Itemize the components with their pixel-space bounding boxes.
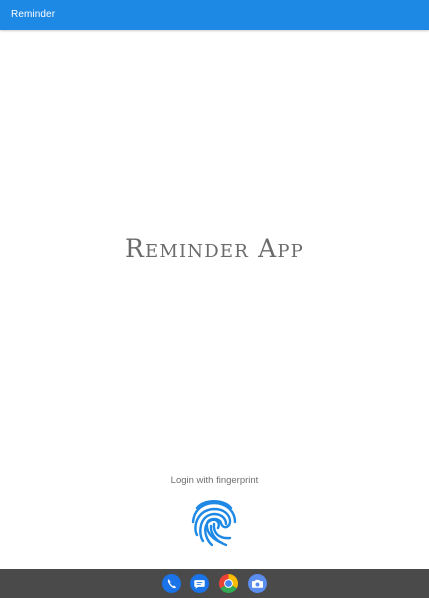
phone-icon[interactable] [162,574,181,593]
login-with-fingerprint-label: Login with fingerprint [170,475,259,486]
messages-icon[interactable] [190,574,209,593]
app-bar-title: Reminder [11,9,56,20]
app-bar: Reminder [0,0,429,30]
taskbar [0,569,429,598]
camera-icon[interactable] [248,574,267,593]
fingerprint-icon[interactable] [188,493,240,549]
app-name-heading: Reminder App [124,234,304,263]
chrome-icon[interactable] [219,574,238,593]
